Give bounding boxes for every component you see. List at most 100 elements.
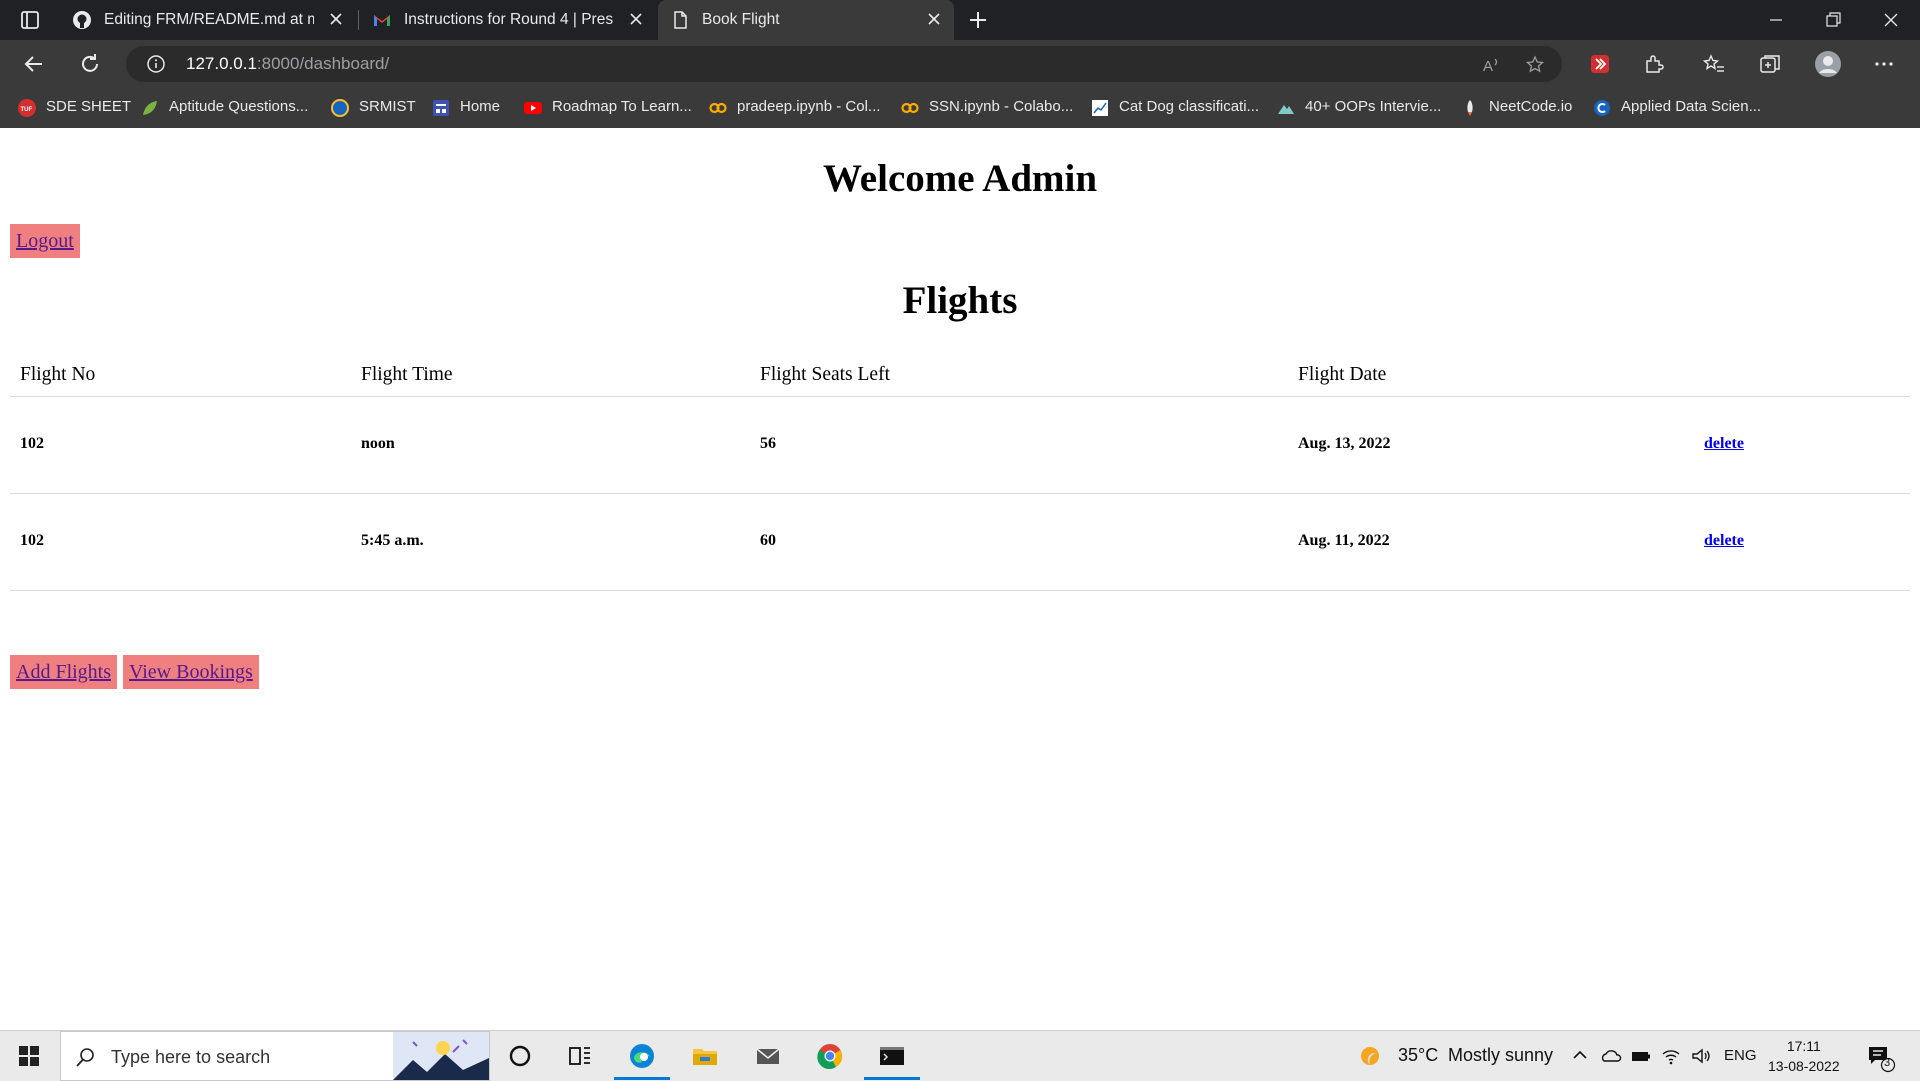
colab-icon <box>709 102 727 114</box>
windows-taskbar: Type here to search 35°C Mostly sunny EN… <box>0 1030 1920 1081</box>
bookmark-label: Aptitude Questions... <box>169 98 309 115</box>
mail-icon[interactable] <box>754 1042 782 1070</box>
cell-flight-no: 102 <box>20 532 44 549</box>
close-window-icon[interactable] <box>1881 10 1901 30</box>
url-host: 127.0.0.1 <box>186 54 257 73</box>
youtube-icon <box>524 102 542 114</box>
site-info-icon[interactable] <box>146 54 166 74</box>
bookmark-label: SSN.ipynb - Colabo... <box>929 98 1074 115</box>
bookmark-label: Cat Dog classificati... <box>1119 98 1260 115</box>
close-icon[interactable] <box>326 9 346 29</box>
close-icon[interactable] <box>924 9 944 29</box>
url-text[interactable]: 127.0.0.1:8000/dashboard/ <box>186 54 389 74</box>
collections-icon[interactable] <box>1758 52 1782 76</box>
logout-button[interactable]: Logout <box>10 224 80 258</box>
column-header-flight-no: Flight No <box>20 364 96 385</box>
refresh-icon[interactable] <box>78 52 102 76</box>
close-icon[interactable] <box>626 9 646 29</box>
bookmark-label: SRMIST <box>359 98 416 115</box>
bookmark-label: 40+ OOPs Intervie... <box>1305 98 1442 115</box>
add-favorite-icon[interactable] <box>1524 54 1546 76</box>
page-icon <box>674 11 687 29</box>
delete-link[interactable]: delete <box>1704 435 1744 453</box>
svg-text:TUF: TUF <box>21 107 33 113</box>
view-bookings-button[interactable]: View Bookings <box>123 655 259 689</box>
read-aloud-icon[interactable]: A <box>1480 54 1502 76</box>
welcome-heading: Welcome Admin <box>822 157 1098 200</box>
new-tab-icon[interactable] <box>966 8 990 32</box>
cell-seats-left: 56 <box>760 435 776 452</box>
tab-actions-icon[interactable] <box>18 8 42 32</box>
column-header-flight-date: Flight Date <box>1298 364 1387 385</box>
bookmark-label: Home <box>460 98 501 115</box>
bookmark-label: pradeep.ipynb - Col... <box>737 98 881 115</box>
battery-icon[interactable] <box>1630 1045 1652 1067</box>
tab-title: Book Flight <box>702 11 780 28</box>
profile-avatar-icon[interactable] <box>1814 50 1842 78</box>
taskbar-search-box[interactable]: Type here to search <box>60 1031 490 1081</box>
coursera-icon <box>1594 100 1610 116</box>
chevron-up-icon[interactable] <box>1571 1046 1589 1064</box>
task-view-icon[interactable] <box>566 1042 594 1070</box>
table-divider <box>10 590 1910 591</box>
back-arrow-icon[interactable] <box>22 52 46 76</box>
column-header-seats-left: Flight Seats Left <box>760 364 890 385</box>
search-icon <box>76 1048 94 1067</box>
tab-book-flight[interactable]: Book Flight <box>658 0 954 40</box>
column-header-flight-time: Flight Time <box>361 364 453 385</box>
chart-icon <box>1092 100 1108 116</box>
weather-description[interactable]: Mostly sunny <box>1448 1045 1553 1066</box>
tab-title: Instructions for Round 4 | Presid <box>404 11 614 28</box>
url-path: :8000/dashboard/ <box>256 54 390 73</box>
address-toolbar: 127.0.0.1:8000/dashboard/ A <box>0 40 1920 88</box>
bookmark-label: Roadmap To Learn... <box>552 98 692 115</box>
svg-text:A: A <box>1483 58 1493 75</box>
cell-flight-time: noon <box>361 435 395 452</box>
table-divider <box>10 493 1910 494</box>
edge-browser-icon[interactable] <box>628 1042 656 1070</box>
weather-temperature[interactable]: 35°C <box>1398 1045 1438 1066</box>
bookmark-label: Applied Data Scien... <box>1621 98 1762 115</box>
github-icon <box>73 11 91 29</box>
cell-flight-time: 5:45 a.m. <box>361 532 424 549</box>
srm-icon <box>331 99 349 117</box>
cell-flight-date: Aug. 13, 2022 <box>1298 435 1391 452</box>
table-divider <box>10 396 1910 397</box>
favorites-icon[interactable] <box>1702 52 1726 76</box>
rocket-icon <box>1467 100 1473 116</box>
chrome-icon[interactable] <box>816 1042 844 1070</box>
leaf-icon <box>143 101 157 115</box>
notification-center-icon[interactable] <box>1866 1043 1896 1073</box>
more-options-icon[interactable] <box>1872 52 1896 76</box>
wifi-icon[interactable] <box>1660 1045 1682 1067</box>
windows-start-icon[interactable] <box>18 1045 40 1067</box>
extensions-puzzle-icon[interactable] <box>1642 52 1666 76</box>
restore-icon[interactable] <box>1823 10 1843 30</box>
tab-title: Editing FRM/README.md at mai <box>104 11 314 28</box>
onedrive-icon[interactable] <box>1600 1045 1622 1067</box>
extension-red-icon[interactable] <box>1588 52 1612 76</box>
address-bar[interactable]: 127.0.0.1:8000/dashboard/ A <box>126 46 1562 82</box>
weather-sun-icon[interactable] <box>1358 1043 1384 1069</box>
cell-flight-date: Aug. 11, 2022 <box>1298 532 1390 549</box>
notification-count-badge: 3 <box>1884 1057 1891 1069</box>
cortana-icon[interactable] <box>506 1042 534 1070</box>
volume-icon[interactable] <box>1690 1045 1712 1067</box>
tab-github[interactable]: Editing FRM/README.md at mai <box>60 0 356 40</box>
file-explorer-icon[interactable] <box>691 1042 719 1070</box>
cell-flight-no: 102 <box>20 435 44 452</box>
bookmark-label: NeetCode.io <box>1489 98 1573 115</box>
clock-date: 13-08-2022 <box>1768 1058 1840 1074</box>
delete-link[interactable]: delete <box>1704 532 1744 550</box>
system-clock[interactable]: 17:11 13-08-2022 <box>1768 1036 1840 1076</box>
minimize-icon[interactable] <box>1766 10 1786 30</box>
mountain-icon <box>1278 105 1294 114</box>
search-highlight-illustration <box>393 1032 489 1080</box>
flights-heading: Flights <box>902 279 1018 322</box>
tab-gmail[interactable]: Instructions for Round 4 | Presid <box>360 0 656 40</box>
terminal-icon[interactable] <box>878 1042 906 1070</box>
bookmark-label: SDE SHEET <box>46 98 132 115</box>
language-indicator[interactable]: ENG <box>1724 1047 1757 1064</box>
add-flights-button[interactable]: Add Flights <box>10 655 118 689</box>
cell-seats-left: 60 <box>760 532 776 549</box>
